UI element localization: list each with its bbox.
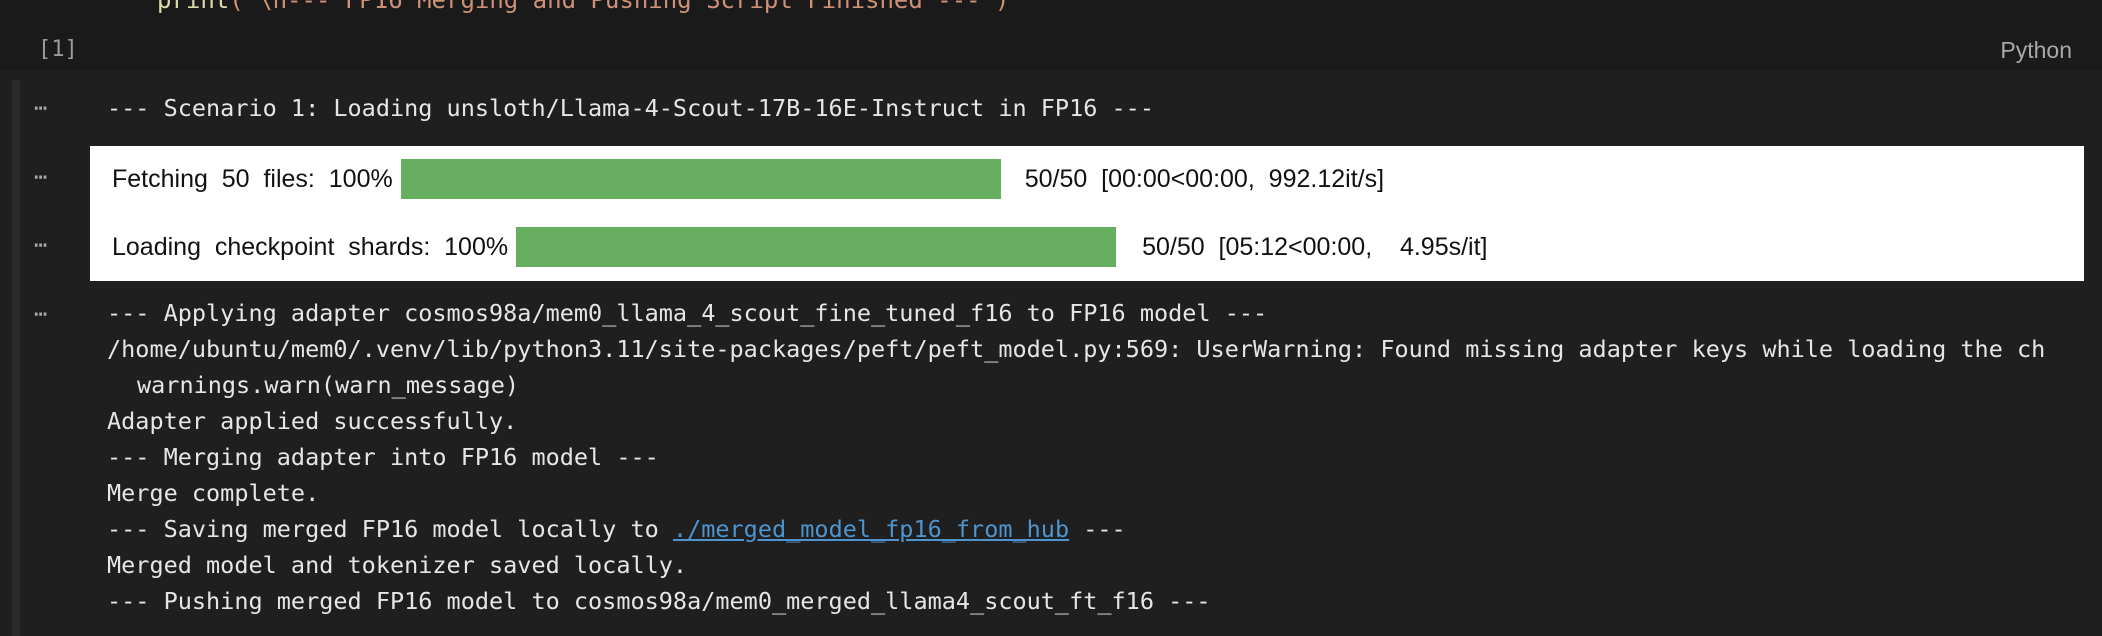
log-line: /home/ubuntu/mem0/.venv/lib/python3.11/s…: [107, 335, 2046, 363]
log-line: Merge complete.: [107, 479, 320, 507]
log-line: --- Pushing merged FP16 model to cosmos9…: [107, 587, 1211, 615]
language-selector[interactable]: Python: [2000, 37, 2072, 64]
output-collapse-bar[interactable]: [12, 80, 20, 636]
log-line: warnings.warn(warn_message): [137, 371, 520, 399]
log-line: Adapter applied successfully.: [107, 407, 518, 435]
local-path-link[interactable]: ./merged_model_fp16_from_hub: [673, 515, 1069, 543]
execution-count: [1]: [38, 37, 78, 62]
output-menu-icon[interactable]: ⋯: [34, 96, 48, 121]
print-function: print: [157, 0, 230, 14]
log-line: --- Merging adapter into FP16 model ---: [107, 443, 659, 471]
code-line: print("\n--- FP16 Merging and Pushing Sc…: [157, 0, 1010, 14]
log-line: Merged model and tokenizer saved locally…: [107, 551, 688, 579]
output-menu-icon[interactable]: ⋯: [34, 302, 48, 327]
log-text: ---: [1069, 515, 1126, 543]
progress-label: Loading checkpoint shards: 100%: [112, 232, 509, 261]
output-menu-icon[interactable]: ⋯: [34, 233, 48, 258]
progress-bar-fill: [516, 227, 1117, 267]
progress-widget: Fetching 50 files: 100% 50/50 [00:00<00:…: [90, 146, 2084, 281]
log-text: --- Saving merged FP16 model locally to: [107, 515, 673, 543]
output-area: ⋯ --- Scenario 1: Loading unsloth/Llama-…: [0, 80, 2102, 636]
checkpoint-shards-progress: Loading checkpoint shards: 100% 50/50 [0…: [112, 227, 1488, 267]
progress-stats: 50/50 [05:12<00:00, 4.95s/it]: [1142, 232, 1488, 261]
print-argument: ("\n--- FP16 Merging and Pushing Script …: [229, 0, 1010, 14]
log-line: --- Applying adapter cosmos98a/mem0_llam…: [107, 299, 1268, 327]
output-menu-icon[interactable]: ⋯: [34, 165, 48, 190]
log-line: --- Saving merged FP16 model locally to …: [107, 515, 1126, 543]
code-cell[interactable]: print("\n--- FP16 Merging and Pushing Sc…: [0, 0, 2102, 70]
progress-label: Fetching 50 files: 100%: [112, 164, 393, 193]
